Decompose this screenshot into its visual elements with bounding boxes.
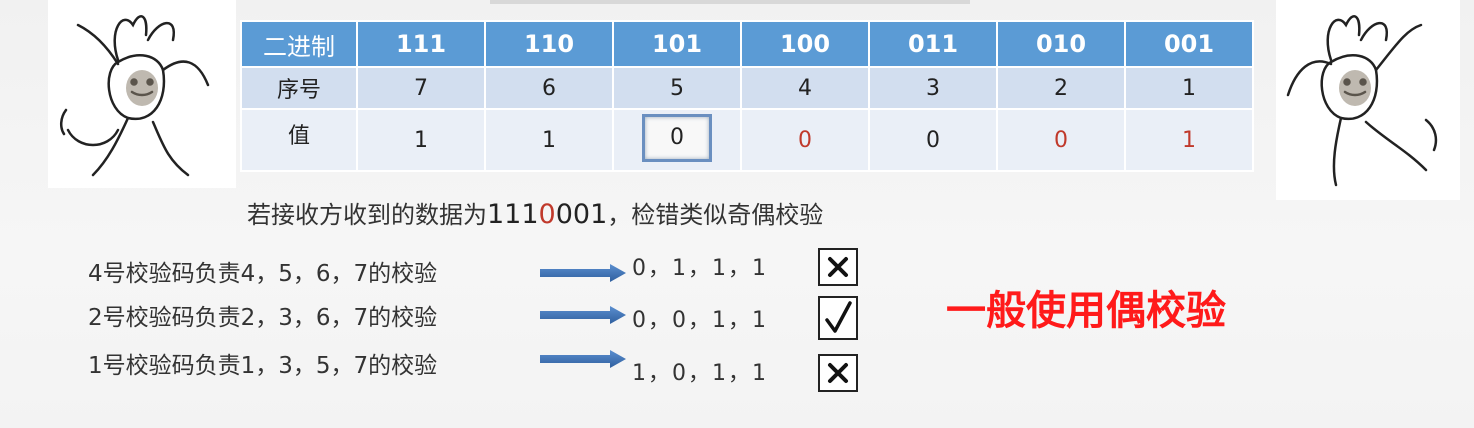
value-cell: 0 [998, 110, 1124, 170]
row-label: 二进制 [242, 22, 356, 66]
binary-cell: 011 [870, 22, 996, 66]
value-cell: 0 [614, 110, 740, 170]
sequence-cell: 5 [614, 68, 740, 108]
binary-row: 二进制 111 110 101 100 011 010 001 [242, 22, 1252, 66]
value-cell: 1 [486, 110, 612, 170]
arrow-right-icon [540, 264, 626, 282]
received-bits-head: 111 [487, 199, 539, 230]
received-data-sentence: 若接收方收到的数据为1110001，检错类似奇偶校验 [247, 195, 823, 230]
received-bits: 1110001 [487, 199, 607, 230]
received-bit-error: 0 [538, 199, 556, 230]
value-cell: 0 [742, 110, 868, 170]
cross-icon [818, 248, 858, 286]
binary-cell: 001 [1126, 22, 1252, 66]
rabbit-meme-left-image [48, 0, 236, 188]
sequence-cell: 1 [1126, 68, 1252, 108]
value-cell: 1 [358, 110, 484, 170]
check-result-1: 1，0，1，1 [632, 361, 768, 386]
check-line-4: 4号校验码负责4，5，6，7的校验 [88, 261, 438, 287]
top-edge-strip [490, 0, 970, 4]
arrow-right-icon [540, 350, 626, 368]
check-icon [818, 296, 858, 340]
value-cell: 0 [870, 110, 996, 170]
cross-icon [818, 354, 858, 392]
error-bit-box: 0 [642, 114, 712, 162]
binary-cell: 101 [614, 22, 740, 66]
hamming-table: 二进制 111 110 101 100 011 010 001 序号 7 6 5… [240, 20, 1254, 172]
received-bits-tail: 001 [555, 199, 608, 230]
sequence-cell: 3 [870, 68, 996, 108]
value-row: 值 1 1 0 0 0 0 1 [242, 110, 1252, 170]
check-line-1: 1号校验码负责1，3，5，7的校验 [88, 353, 438, 379]
check-result-4: 0，1，1，1 [632, 256, 768, 281]
row-label: 值 [242, 110, 356, 170]
rabbit-meme-icon [60, 15, 210, 177]
binary-cell: 010 [998, 22, 1124, 66]
received-suffix: ，检错类似奇偶校验 [607, 201, 824, 229]
rabbit-meme-right-image [1276, 0, 1460, 200]
binary-cell: 111 [358, 22, 484, 66]
arrow-right-icon [540, 306, 626, 324]
received-prefix: 若接收方收到的数据为 [247, 201, 487, 229]
check-result-2: 0，0，1，1 [632, 308, 768, 333]
sequence-row: 序号 7 6 5 4 3 2 1 [242, 68, 1252, 108]
value-cell: 1 [1126, 110, 1252, 170]
sequence-cell: 7 [358, 68, 484, 108]
rabbit-meme-icon [1286, 15, 1438, 187]
even-parity-note: 一般使用偶校验 [946, 288, 1226, 334]
sequence-cell: 2 [998, 68, 1124, 108]
sequence-cell: 4 [742, 68, 868, 108]
row-label: 序号 [242, 68, 356, 108]
check-line-2: 2号校验码负责2，3，6，7的校验 [88, 305, 438, 331]
binary-cell: 110 [486, 22, 612, 66]
binary-cell: 100 [742, 22, 868, 66]
sequence-cell: 6 [486, 68, 612, 108]
